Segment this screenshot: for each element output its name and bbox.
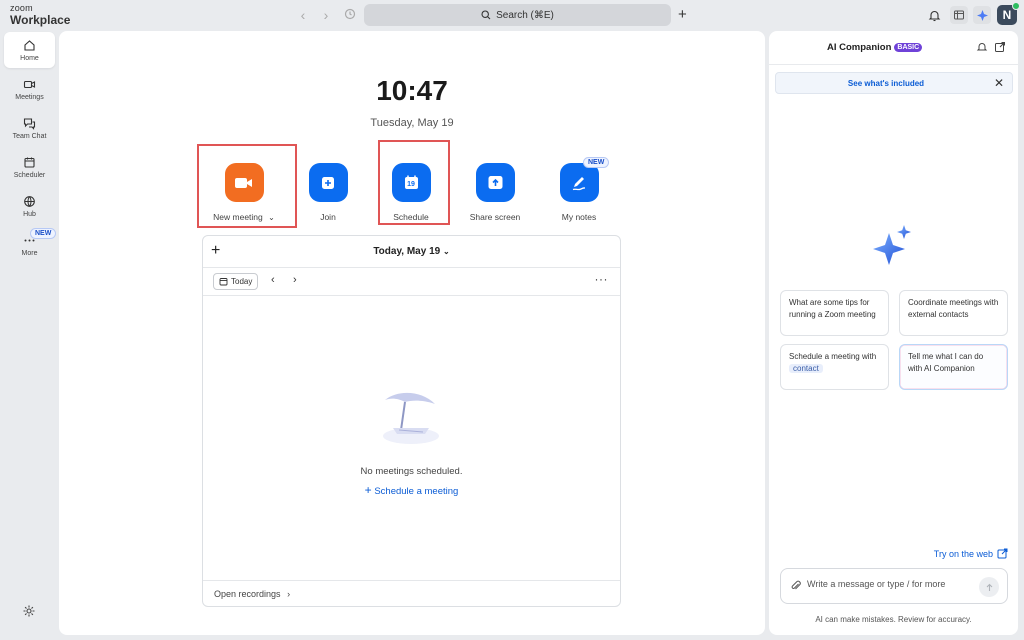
- close-icon[interactable]: ✕: [994, 76, 1004, 90]
- zoom-workplace-logo: zoom Workplace: [10, 3, 71, 27]
- schedule-label: Schedule: [393, 212, 429, 222]
- logo-top: zoom: [10, 3, 33, 13]
- join-action[interactable]: Join: [293, 163, 363, 222]
- sidebar-item-meetings[interactable]: Meetings: [4, 71, 55, 107]
- upload-arrow-icon: [488, 176, 502, 189]
- my-notes-new-badge: NEW: [583, 157, 610, 168]
- current-date: Tuesday, May 19: [370, 117, 454, 129]
- forward-arrow-icon[interactable]: ›: [318, 7, 334, 23]
- sidebar-label: Home: [20, 54, 39, 62]
- calendar-icon: [219, 278, 228, 286]
- hub-icon: [24, 195, 35, 207]
- online-status-dot: [1012, 2, 1020, 10]
- contact-chip[interactable]: contact: [789, 363, 823, 373]
- ai-companion-panel: AI Companion BASIC See what's included ✕…: [769, 31, 1018, 635]
- beach-umbrella-illustration: [383, 392, 439, 444]
- ai-disclaimer: AI can make mistakes. Review for accurac…: [815, 615, 972, 624]
- schedule-button[interactable]: 19: [391, 163, 431, 202]
- suggestion-card[interactable]: Coordinate meetings with external contac…: [899, 290, 1008, 336]
- sidebar-item-scheduler[interactable]: Scheduler: [4, 149, 55, 185]
- whiteboard-app-icon[interactable]: [950, 6, 968, 24]
- chevron-right-icon: ›: [287, 589, 291, 599]
- share-screen-action[interactable]: Share screen: [460, 163, 530, 222]
- schedule-day: 19: [407, 180, 415, 188]
- new-meeting-button[interactable]: [224, 163, 264, 202]
- empty-state-text: No meetings scheduled.: [360, 466, 463, 477]
- home-panel: 10:47 Tuesday, May 19 New meeting ⌄ Join…: [59, 31, 765, 635]
- logo-bottom: Workplace: [10, 13, 71, 27]
- schedule-meeting-link[interactable]: + Schedule a meeting: [203, 483, 620, 497]
- message-composer: [780, 568, 1008, 604]
- chevron-down-icon[interactable]: ⌄: [268, 213, 275, 222]
- join-label: Join: [320, 212, 336, 222]
- chevron-down-icon: ⌄: [442, 247, 450, 256]
- new-tab-plus-icon[interactable]: +: [678, 6, 687, 24]
- today-button[interactable]: Today: [213, 273, 259, 290]
- open-recordings-link[interactable]: Open recordings ›: [203, 580, 620, 606]
- share-screen-button[interactable]: [475, 163, 515, 202]
- next-day-icon[interactable]: ›: [293, 274, 297, 286]
- ai-sparkle-icon: [873, 225, 911, 265]
- user-avatar[interactable]: N: [997, 2, 1020, 25]
- try-on-web-link[interactable]: Try on the web: [934, 548, 1008, 559]
- suggestion-card[interactable]: Tell me what I can do with AI Companion: [899, 344, 1008, 390]
- new-meeting-label: New meeting ⌄: [213, 212, 275, 222]
- title-bar: zoom Workplace ‹ › Search (⌘E) + N: [0, 0, 1024, 30]
- paperclip-icon[interactable]: [790, 580, 802, 592]
- message-input[interactable]: [807, 579, 977, 589]
- calendar-date-selector[interactable]: Today, May 19 ⌄: [203, 246, 620, 257]
- search-bar[interactable]: Search (⌘E): [364, 4, 671, 26]
- video-camera-icon: [235, 177, 252, 188]
- more-options-icon[interactable]: ···: [595, 272, 609, 286]
- suggestion-card[interactable]: Schedule a meeting with contact: [780, 344, 889, 390]
- send-button[interactable]: [979, 577, 999, 597]
- suggestion-card[interactable]: What are some tips for running a Zoom me…: [780, 290, 889, 336]
- my-notes-button[interactable]: [559, 163, 599, 202]
- my-notes-label: My notes: [561, 212, 597, 222]
- previous-day-icon[interactable]: ‹: [271, 274, 275, 286]
- search-icon: [481, 10, 491, 20]
- pop-out-icon[interactable]: [994, 41, 1006, 53]
- pen-icon: [572, 176, 586, 190]
- basic-tier-badge: BASIC: [894, 43, 923, 52]
- search-label: Search (⌘E): [496, 9, 554, 21]
- gear-icon[interactable]: [22, 604, 36, 618]
- sidebar-label: Scheduler: [13, 171, 46, 179]
- meetings-calendar: + Today, May 19 ⌄ Today ‹ › ··· No meeti…: [202, 235, 621, 607]
- ai-panel-header: AI Companion BASIC: [769, 31, 1018, 65]
- sidebar-item-home[interactable]: Home: [4, 32, 55, 68]
- current-time: 10:47: [376, 75, 448, 106]
- sidebar-label: More: [21, 249, 38, 257]
- bell-icon[interactable]: [976, 41, 988, 53]
- chat-icon: [23, 117, 36, 130]
- calendar-toolbar: Today ‹ › ···: [203, 268, 620, 296]
- sidebar-label: Meetings: [15, 93, 44, 101]
- avatar-initial: N: [1002, 8, 1012, 22]
- join-button[interactable]: [308, 163, 348, 202]
- my-notes-action[interactable]: My notes: [544, 163, 614, 222]
- sidebar-item-team-chat[interactable]: Team Chat: [4, 110, 55, 146]
- home-icon: [24, 39, 35, 51]
- schedule-action[interactable]: 19 Schedule: [376, 163, 446, 222]
- calendar-header: + Today, May 19 ⌄: [203, 236, 620, 268]
- history-icon[interactable]: [342, 7, 358, 23]
- more-new-badge: NEW: [30, 228, 57, 239]
- new-meeting-action[interactable]: New meeting ⌄: [209, 163, 279, 222]
- send-arrow-icon: [986, 583, 992, 591]
- video-icon: [23, 80, 36, 88]
- plus-icon: [322, 176, 334, 189]
- ai-panel-title: AI Companion BASIC: [827, 42, 923, 53]
- ai-sparkle-icon[interactable]: [973, 6, 991, 24]
- sidebar-label: Team Chat: [12, 132, 47, 140]
- sidebar-item-hub[interactable]: Hub: [4, 188, 55, 224]
- back-arrow-icon[interactable]: ‹: [295, 7, 311, 23]
- external-link-icon: [997, 548, 1008, 559]
- banner-text: See what's included: [847, 79, 925, 88]
- calendar-icon: [24, 157, 35, 168]
- today-label: Today: [231, 277, 253, 286]
- bell-icon[interactable]: [925, 6, 943, 24]
- sidebar-label: Hub: [23, 210, 36, 218]
- share-screen-label: Share screen: [469, 212, 521, 222]
- see-whats-included-banner[interactable]: See what's included ✕: [775, 72, 1013, 94]
